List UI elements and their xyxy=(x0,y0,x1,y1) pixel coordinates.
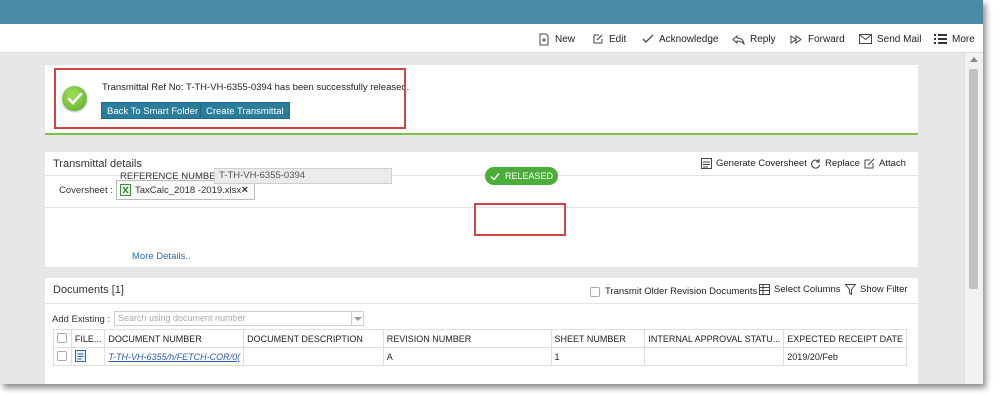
table-row[interactable]: T-TH-VH-6355/h/FETCH-COR/0( A 1 2019/20/… xyxy=(53,347,907,366)
transmit-older-label: Transmit Older Revision Documents xyxy=(605,286,758,297)
checkmark-icon xyxy=(642,34,654,43)
row-revision-cell: A xyxy=(382,347,552,366)
coversheet-icon xyxy=(701,158,712,169)
reply-button[interactable]: Reply xyxy=(732,31,776,47)
add-existing-label: Add Existing : xyxy=(52,314,111,325)
remove-coversheet-icon[interactable]: × xyxy=(242,184,248,196)
mail-icon xyxy=(859,34,872,44)
more-label: More xyxy=(952,33,975,45)
reply-icon xyxy=(732,34,745,45)
coversheet-filename: TaxCalc_2018 -2019.xlsx xyxy=(135,184,242,196)
more-details-link[interactable]: More Details.. xyxy=(132,251,191,262)
show-filter-label: Show Filter xyxy=(860,284,908,295)
released-highlight-box xyxy=(474,203,566,236)
filter-icon xyxy=(845,284,856,295)
toolbar: New Edit Acknowledge Reply Forward Send … xyxy=(0,24,983,53)
row-select-cell[interactable] xyxy=(53,347,72,366)
column-header-revision-number[interactable]: REVISION NUMBER xyxy=(382,329,552,348)
documents-title: Documents [1] xyxy=(53,284,124,296)
generate-coversheet-button[interactable]: Generate Coversheet xyxy=(701,158,807,169)
reference-number-field[interactable]: T-TH-VH-6355-0394 xyxy=(214,168,392,184)
column-header-internal-approval[interactable]: INTERNAL APPROVAL STATU... xyxy=(644,329,785,348)
released-status-badge: RELEASED xyxy=(485,167,558,185)
content-area: Transmittal Ref No: T-TH-VH-6355-0394 ha… xyxy=(0,53,964,384)
column-header-sheet-number[interactable]: SHEET NUMBER xyxy=(550,329,646,348)
document-number-link[interactable]: T-TH-VH-6355/h/FETCH-COR/0( xyxy=(108,352,240,362)
acknowledge-button[interactable]: Acknowledge xyxy=(642,31,718,47)
attach-label: Attach xyxy=(879,158,906,169)
document-search-placeholder: Search using document number xyxy=(118,313,246,323)
document-search-input[interactable]: Search using document number xyxy=(114,311,364,326)
header-select-all[interactable] xyxy=(53,329,72,348)
new-label: New xyxy=(555,33,576,45)
check-icon xyxy=(490,172,500,181)
success-highlight-box xyxy=(54,68,406,129)
select-columns-label: Select Columns xyxy=(774,284,841,295)
search-dropdown-icon[interactable] xyxy=(351,312,363,325)
row-checkbox[interactable] xyxy=(57,350,67,361)
row-internal-approval-cell xyxy=(644,347,785,366)
excel-file-icon xyxy=(120,184,131,196)
forward-label: Forward xyxy=(808,33,845,45)
table-header-row: FILE... DOCUMENT NUMBER DOCUMENT DESCRIP… xyxy=(53,329,907,348)
send-mail-label: Send Mail xyxy=(877,33,922,45)
row-document-number-cell[interactable]: T-TH-VH-6355/h/FETCH-COR/0( xyxy=(104,347,245,366)
edit-button[interactable]: Edit xyxy=(592,31,626,47)
columns-icon xyxy=(759,284,770,295)
scroll-up-arrow-icon[interactable] xyxy=(970,57,978,62)
coversheet-label: Coversheet : xyxy=(59,185,113,196)
row-expected-receipt-cell: 2019/20/Feb xyxy=(783,347,907,366)
show-filter-button[interactable]: Show Filter xyxy=(845,284,908,295)
generate-coversheet-label: Generate Coversheet xyxy=(716,158,807,169)
more-button[interactable]: More xyxy=(934,31,975,47)
app-window: New Edit Acknowledge Reply Forward Send … xyxy=(0,0,983,384)
title-bar xyxy=(0,0,983,24)
reference-number-label: REFERENCE NUMBER:* xyxy=(120,171,229,182)
acknowledge-label: Acknowledge xyxy=(659,33,719,45)
reply-label: Reply xyxy=(750,33,776,45)
row-file-cell[interactable] xyxy=(70,347,106,366)
select-all-checkbox[interactable] xyxy=(57,332,67,343)
column-header-file[interactable]: FILE... xyxy=(70,329,106,348)
edit-label: Edit xyxy=(609,33,627,45)
attach-icon xyxy=(864,158,875,169)
documents-divider xyxy=(45,303,918,304)
forward-button[interactable]: Forward xyxy=(790,31,845,47)
edit-icon xyxy=(593,34,603,44)
column-header-document-number[interactable]: DOCUMENT NUMBER xyxy=(104,329,245,348)
forward-icon xyxy=(790,34,802,44)
documents-panel: Documents [1] Transmit Older Revision Do… xyxy=(45,278,918,384)
replace-label: Replace xyxy=(825,158,860,169)
select-columns-button[interactable]: Select Columns xyxy=(759,284,841,295)
scroll-thumb[interactable] xyxy=(969,69,978,289)
attach-button[interactable]: Attach xyxy=(864,158,906,169)
new-button[interactable]: New xyxy=(538,31,575,47)
document-file-icon xyxy=(74,349,86,362)
transmittal-details-title: Transmittal details xyxy=(53,158,142,170)
replace-button[interactable]: Replace xyxy=(810,158,860,169)
column-header-document-description[interactable]: DOCUMENT DESCRIPTION xyxy=(243,329,384,348)
transmit-older-checkbox[interactable] xyxy=(590,287,600,297)
refresh-icon xyxy=(811,159,821,169)
row-description-cell xyxy=(243,347,384,366)
row-sheet-cell: 1 xyxy=(550,347,646,366)
send-mail-button[interactable]: Send Mail xyxy=(859,31,921,47)
new-document-icon xyxy=(539,33,549,45)
documents-table: FILE... DOCUMENT NUMBER DOCUMENT DESCRIP… xyxy=(53,329,907,366)
column-header-expected-receipt[interactable]: EXPECTED RECEIPT DATE xyxy=(783,329,907,348)
list-icon xyxy=(934,34,947,44)
released-status-text: RELEASED xyxy=(504,171,554,181)
vertical-scrollbar[interactable] xyxy=(964,53,983,384)
